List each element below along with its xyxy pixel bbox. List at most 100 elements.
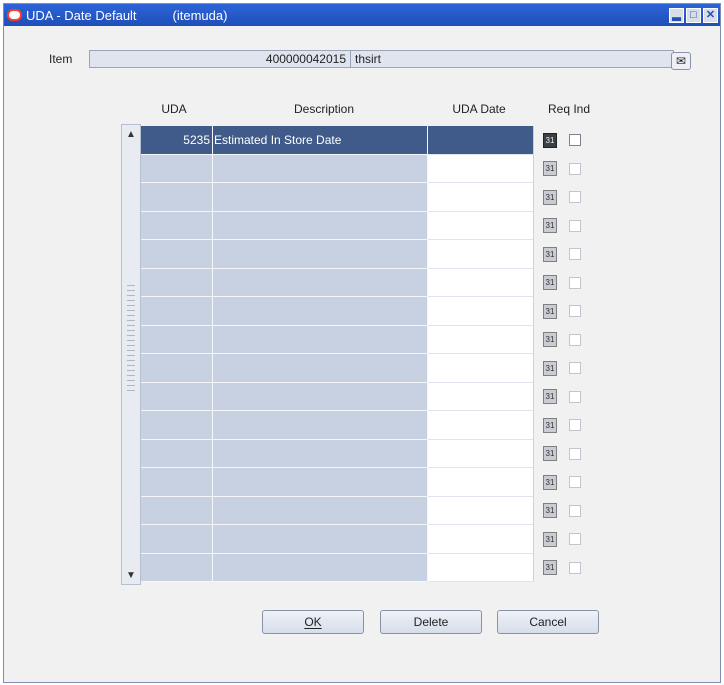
uda-cell[interactable] [141,439,213,468]
uda-date-cell[interactable] [428,553,534,582]
calendar-icon[interactable]: 31 [543,332,557,348]
delete-button[interactable]: Delete [380,610,482,634]
table-row[interactable]: 31 [141,382,601,411]
scroll-up-icon[interactable]: ▲ [124,127,138,141]
req-ind-checkbox[interactable] [569,476,581,489]
uda-cell[interactable] [141,496,213,525]
description-cell[interactable] [213,183,428,212]
calendar-icon[interactable]: 31 [543,303,557,319]
table-row[interactable]: 31 [141,354,601,383]
uda-date-cell[interactable] [428,297,534,326]
uda-date-cell[interactable] [428,468,534,497]
uda-cell[interactable] [141,240,213,269]
cancel-button[interactable]: Cancel [497,610,599,634]
req-ind-checkbox[interactable] [569,362,581,375]
description-cell[interactable] [213,496,428,525]
maximize-icon[interactable]: □ [686,7,701,23]
calendar-icon[interactable]: 31 [543,474,557,490]
edit-description-button[interactable]: ✉ [671,52,691,70]
table-row[interactable]: 31 [141,297,601,326]
description-cell[interactable] [213,268,428,297]
req-ind-checkbox[interactable] [569,191,581,204]
grid-scrollbar[interactable]: ▲ ▼ [121,124,141,585]
calendar-icon[interactable]: 31 [543,189,557,205]
uda-date-cell[interactable] [428,240,534,269]
uda-date-cell[interactable] [428,439,534,468]
calendar-icon[interactable]: 31 [543,275,557,291]
req-ind-checkbox[interactable] [569,390,581,403]
description-cell[interactable] [213,211,428,240]
description-cell[interactable] [213,411,428,440]
description-cell[interactable] [213,154,428,183]
req-ind-checkbox[interactable] [569,134,581,147]
ok-button[interactable]: OK [262,610,364,634]
scroll-down-icon[interactable]: ▼ [124,568,138,582]
close-icon[interactable]: ✕ [703,7,718,23]
uda-date-cell[interactable] [428,211,534,240]
table-row[interactable]: 31 [141,525,601,554]
uda-cell[interactable]: 5235 [141,126,213,155]
calendar-icon[interactable]: 31 [543,161,557,177]
description-cell[interactable] [213,354,428,383]
table-row[interactable]: 31 [141,211,601,240]
table-row[interactable]: 31 [141,154,601,183]
req-ind-checkbox[interactable] [569,219,581,232]
title-bar[interactable]: UDA - Date Default (itemuda) ▂ □ ✕ [4,4,720,26]
req-ind-checkbox[interactable] [569,333,581,346]
uda-cell[interactable] [141,354,213,383]
description-cell[interactable] [213,325,428,354]
uda-cell[interactable] [141,325,213,354]
table-row[interactable]: 31 [141,553,601,582]
calendar-icon[interactable]: 31 [543,360,557,376]
table-row[interactable]: 31 [141,439,601,468]
table-row[interactable]: 5235 Estimated In Store Date 31 [141,126,601,155]
description-cell[interactable] [213,240,428,269]
description-cell[interactable] [213,553,428,582]
uda-cell[interactable] [141,468,213,497]
uda-cell[interactable] [141,411,213,440]
uda-cell[interactable] [141,183,213,212]
uda-cell[interactable] [141,525,213,554]
uda-date-cell[interactable] [428,382,534,411]
description-cell[interactable] [213,382,428,411]
uda-cell[interactable] [141,154,213,183]
table-row[interactable]: 31 [141,240,601,269]
uda-cell[interactable] [141,297,213,326]
table-row[interactable]: 31 [141,496,601,525]
description-cell[interactable] [213,297,428,326]
req-ind-checkbox[interactable] [569,447,581,460]
req-ind-checkbox[interactable] [569,248,581,261]
minimize-icon[interactable]: ▂ [669,7,684,23]
uda-date-cell[interactable] [428,525,534,554]
uda-date-cell[interactable] [428,354,534,383]
table-row[interactable]: 31 [141,183,601,212]
req-ind-checkbox[interactable] [569,504,581,517]
uda-date-cell[interactable] [428,154,534,183]
req-ind-checkbox[interactable] [569,419,581,432]
scroll-grip[interactable] [127,285,135,395]
table-row[interactable]: 31 [141,268,601,297]
calendar-icon[interactable]: 31 [543,389,557,405]
calendar-icon[interactable]: 31 [543,218,557,234]
uda-date-cell[interactable] [428,268,534,297]
calendar-icon[interactable]: 31 [543,246,557,262]
uda-cell[interactable] [141,211,213,240]
item-description-field[interactable]: thsirt [351,50,674,68]
calendar-icon[interactable]: 31 [543,417,557,433]
req-ind-checkbox[interactable] [569,561,581,574]
calendar-icon[interactable]: 31 [543,446,557,462]
uda-date-cell[interactable] [428,496,534,525]
description-cell[interactable]: Estimated In Store Date [213,126,428,155]
uda-cell[interactable] [141,268,213,297]
calendar-icon[interactable]: 31 [543,560,557,576]
description-cell[interactable] [213,439,428,468]
uda-date-cell[interactable] [428,411,534,440]
uda-date-cell[interactable] [428,183,534,212]
req-ind-checkbox[interactable] [569,533,581,546]
uda-cell[interactable] [141,382,213,411]
calendar-icon[interactable]: 31 [543,132,557,148]
req-ind-checkbox[interactable] [569,162,581,175]
description-cell[interactable] [213,525,428,554]
calendar-icon[interactable]: 31 [543,503,557,519]
description-cell[interactable] [213,468,428,497]
